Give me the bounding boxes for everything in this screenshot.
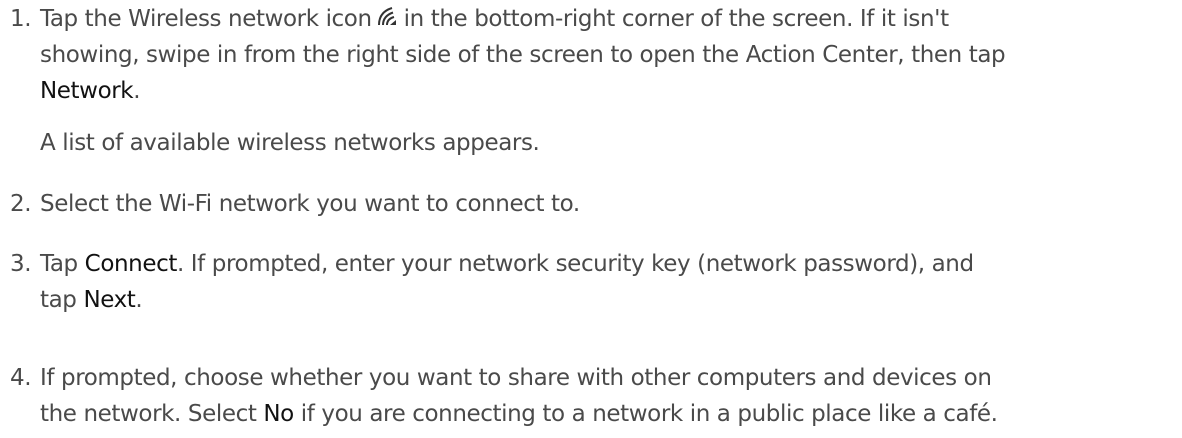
step-number: 3. xyxy=(10,251,32,277)
step-4-line-2: the network. Select No if you are connec… xyxy=(40,401,998,427)
no-term: No xyxy=(263,401,294,427)
connect-term: Connect xyxy=(84,251,178,277)
instructions-document: 1. Tap the Wireless network icon in the … xyxy=(0,0,1182,438)
step-1-line-2: showing, swipe in from the right side of… xyxy=(40,42,1006,68)
step-1-result-note: A list of available wireless networks ap… xyxy=(40,130,540,156)
step-number: 1. xyxy=(10,6,32,32)
step-1-line-1: Tap the Wireless network icon in the bot… xyxy=(40,6,949,32)
step-number: 4. xyxy=(10,365,32,391)
step-3: 3. Tap Connect. If prompted, enter your … xyxy=(0,246,974,318)
step-1: 1. Tap the Wireless network icon in the … xyxy=(0,1,1006,109)
step-3-line-2: tap Next. xyxy=(40,287,143,313)
step-number: 2. xyxy=(10,191,32,217)
step-2-text: Select the Wi-Fi network you want to con… xyxy=(40,191,580,217)
next-term: Next xyxy=(83,287,136,313)
network-term: Network xyxy=(40,78,134,104)
step-4-line-1: If prompted, choose whether you want to … xyxy=(40,365,992,391)
step-4: 4. If prompted, choose whether you want … xyxy=(0,360,998,432)
wireless-network-icon xyxy=(377,7,396,26)
step-1-line-3: Network. xyxy=(40,78,141,104)
step-2: 2. Select the Wi-Fi network you want to … xyxy=(0,186,580,222)
step-3-line-1: Tap Connect. If prompted, enter your net… xyxy=(40,251,974,277)
